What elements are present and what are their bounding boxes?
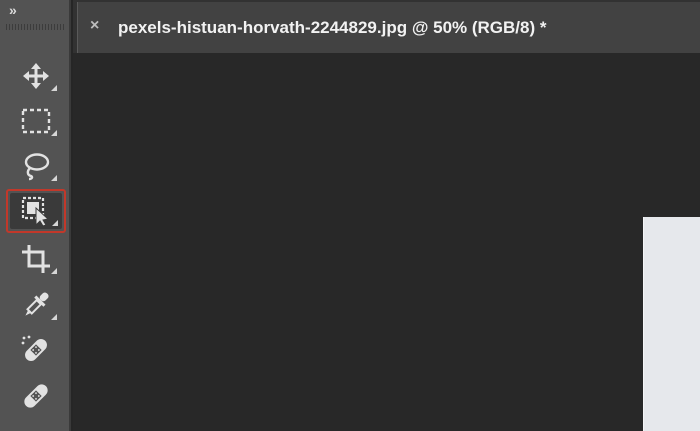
rectangular-marquee-tool-button[interactable] — [9, 101, 63, 141]
more-tools-indicator — [51, 314, 57, 320]
eyedropper-tool-button[interactable] — [9, 285, 63, 325]
lasso-icon — [24, 153, 50, 181]
document-tab-bar: × pexels-histuan-horvath-2244829.jpg @ 5… — [73, 0, 700, 53]
marquee-icon — [21, 108, 51, 134]
close-tab-button[interactable]: × — [90, 18, 99, 34]
more-tools-indicator — [51, 268, 57, 274]
canvas-area[interactable] — [73, 53, 700, 431]
object-selection-icon — [21, 196, 50, 227]
document-image-edge[interactable] — [643, 217, 700, 431]
lasso-tool-button[interactable] — [9, 146, 63, 186]
collapse-panel-button[interactable]: » — [9, 3, 17, 17]
healing-brush-tool-button[interactable] — [9, 376, 63, 416]
panel-grip[interactable] — [6, 24, 64, 30]
more-tools-indicator — [51, 85, 57, 91]
spot-healing-brush-tool-button[interactable] — [9, 330, 63, 370]
spot-healing-icon — [21, 335, 47, 361]
crop-icon — [22, 245, 50, 273]
tools-panel: » — [0, 0, 71, 431]
selected-tool-highlight — [10, 193, 62, 229]
document-tab[interactable]: × pexels-histuan-horvath-2244829.jpg @ 5… — [77, 2, 700, 53]
move-icon — [23, 63, 49, 89]
crop-tool-button[interactable] — [9, 239, 63, 279]
eyedropper-icon — [25, 292, 49, 316]
object-selection-tool-button[interactable] — [6, 189, 66, 233]
bandage-icon — [24, 384, 48, 408]
document-title: pexels-histuan-horvath-2244829.jpg @ 50%… — [118, 18, 547, 37]
more-tools-indicator — [52, 220, 58, 226]
move-tool-button[interactable] — [9, 56, 63, 96]
more-tools-indicator — [51, 175, 57, 181]
more-tools-indicator — [51, 130, 57, 136]
